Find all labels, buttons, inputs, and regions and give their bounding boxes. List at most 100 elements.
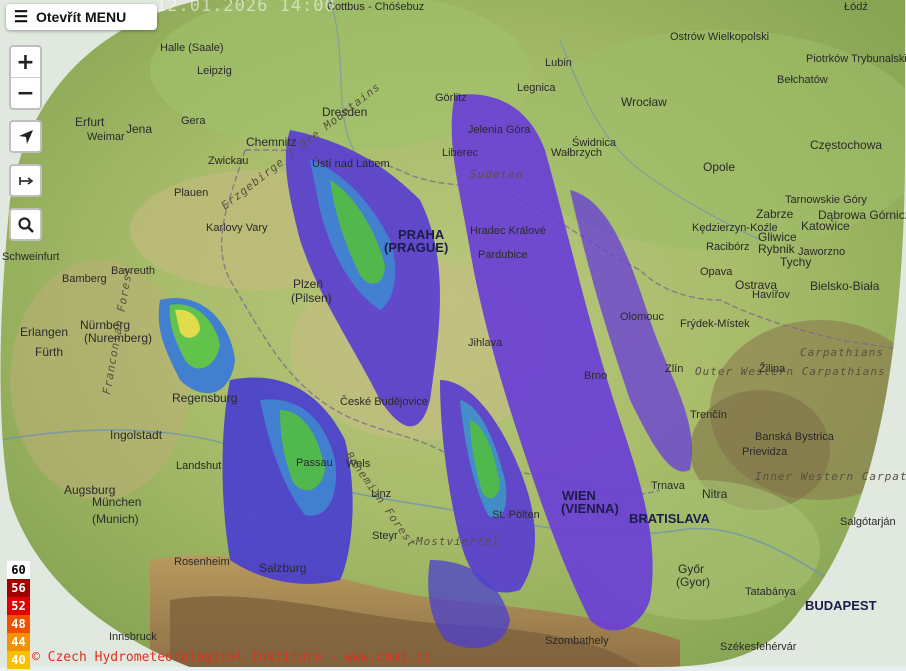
locate-arrow-icon [18,129,33,144]
city-label: (Pilsen) [291,291,332,305]
city-label: Cottbus - Chóśebuz [327,1,424,13]
city-label: Liberec [442,147,479,159]
zoom-out-button[interactable]: − [11,77,40,108]
city-label: Landshut [176,460,221,472]
city-label: Świdnica [572,136,617,149]
city-label: Ostrów Wielkopolski [670,31,769,43]
city-label: Plzeň [293,277,323,291]
city-label: Bielsko-Biała [810,279,880,293]
city-label: Rosenheim [174,556,230,568]
city-label: (PRAGUE) [384,240,448,255]
legend-level: 40 [7,651,30,669]
timestamp: 12.01.2026 14:00 [156,0,336,16]
city-label: Jihlava [468,337,503,349]
city-label: BRATISLAVA [629,511,710,526]
city-label: Jena [126,122,152,136]
copyright-notice: © Czech Hydrometeorological Institute - … [32,650,432,665]
city-label: München [92,495,141,509]
map-canvas[interactable]: Łódź Cottbus - Chóśebuz Halle (Saale) Le… [0,0,906,667]
city-label: BUDAPEST [805,598,877,613]
legend-level: 48 [7,615,30,633]
city-label: Regensburg [172,391,237,405]
city-label: (Munich) [92,512,139,526]
city-label: Olomouc [620,311,665,323]
city-label: České Budějovice [340,395,428,408]
city-label: Szombathely [545,635,609,647]
city-label: Kędzierzyn-Koźle [692,222,778,234]
reflectivity-legend: 60 56 52 48 44 40 [7,561,30,669]
region-label: Mostviertel [415,535,500,548]
region-label: Outer Western Carpathians [695,365,886,378]
city-label: Trenčín [690,409,727,421]
radar-map[interactable]: Łódź Cottbus - Chóśebuz Halle (Saale) Le… [0,0,906,667]
city-label: Zwickau [208,155,248,167]
city-label: Gera [181,115,206,127]
city-label: Halle (Saale) [160,42,224,54]
hamburger-icon: ☰ [13,9,29,26]
city-label: Brno [584,370,607,382]
city-label: Fürth [35,345,63,359]
city-label: Opole [703,160,735,174]
city-label: Banská Bystrica [755,431,835,443]
city-label: Nitra [702,487,728,501]
city-label: Bamberg [62,273,107,285]
city-label: Pardubice [478,249,528,261]
city-label: (Gyor) [676,575,710,589]
city-label: Székesfehérvár [720,641,797,653]
city-label: Erfurt [75,115,105,129]
region-label: Inner Western Carpathians [755,470,906,483]
search-button[interactable] [9,208,42,241]
zoom-in-button[interactable]: + [11,47,40,77]
city-label: Weimar [87,131,125,143]
city-label: Piotrków Trybunalski [806,53,906,65]
city-label: Jelenia Góra [468,124,531,136]
city-label: Dąbrowa Górnicza [818,208,906,222]
city-label: Tychy [780,255,811,269]
legend-level: 60 [7,561,30,579]
city-label: Passau [296,457,333,469]
city-label: Lubin [545,57,572,69]
city-label: Bełchatów [777,74,828,86]
city-label: Salgótarján [840,516,896,528]
city-label: Erlangen [20,325,68,339]
city-label: Győr [678,562,704,576]
open-menu-button[interactable]: ☰ Otevřít MENU [6,4,157,30]
city-label: Plauen [174,187,208,199]
city-label: Ingolstadt [110,428,163,442]
city-label: Hradec Králové [470,225,546,237]
city-label: Rybnik [758,242,796,256]
city-label: Tatabánya [745,586,797,598]
region-label: Sudeten [470,168,523,181]
city-label: Zlín [665,363,683,375]
region-label: Carpathians [800,346,884,359]
locate-button[interactable] [9,120,42,153]
city-label: Karlovy Vary [206,222,268,234]
city-label: Legnica [517,82,556,94]
measure-button[interactable] [9,164,42,197]
city-label: Trnava [651,480,686,492]
city-label: Częstochowa [810,138,882,152]
city-label: Havířov [752,289,790,301]
city-label: Steyr [372,530,398,542]
city-label: Innsbruck [109,631,157,643]
legend-level: 44 [7,633,30,651]
city-label: Frýdek-Místek [680,318,750,330]
city-label: Schweinfurt [2,251,59,263]
city-label: Łódź [844,1,868,13]
city-label: Görlitz [435,92,467,104]
search-icon [17,216,34,233]
city-label: Prievidza [742,446,788,458]
city-label: Wrocław [621,95,667,109]
city-label: Opava [700,266,733,278]
legend-level: 56 [7,579,30,597]
city-label: Leipzig [197,65,232,77]
city-label: Ústí nad Labem [312,157,390,170]
measure-icon [18,176,33,185]
city-label: Racibórz [706,241,749,253]
city-label: Zabrze [756,207,794,221]
menu-label: Otevřít MENU [36,9,127,25]
city-label: Salzburg [259,561,306,575]
city-label: St. Pölten [492,509,540,521]
city-label: (VIENNA) [561,501,619,516]
legend-level: 52 [7,597,30,615]
